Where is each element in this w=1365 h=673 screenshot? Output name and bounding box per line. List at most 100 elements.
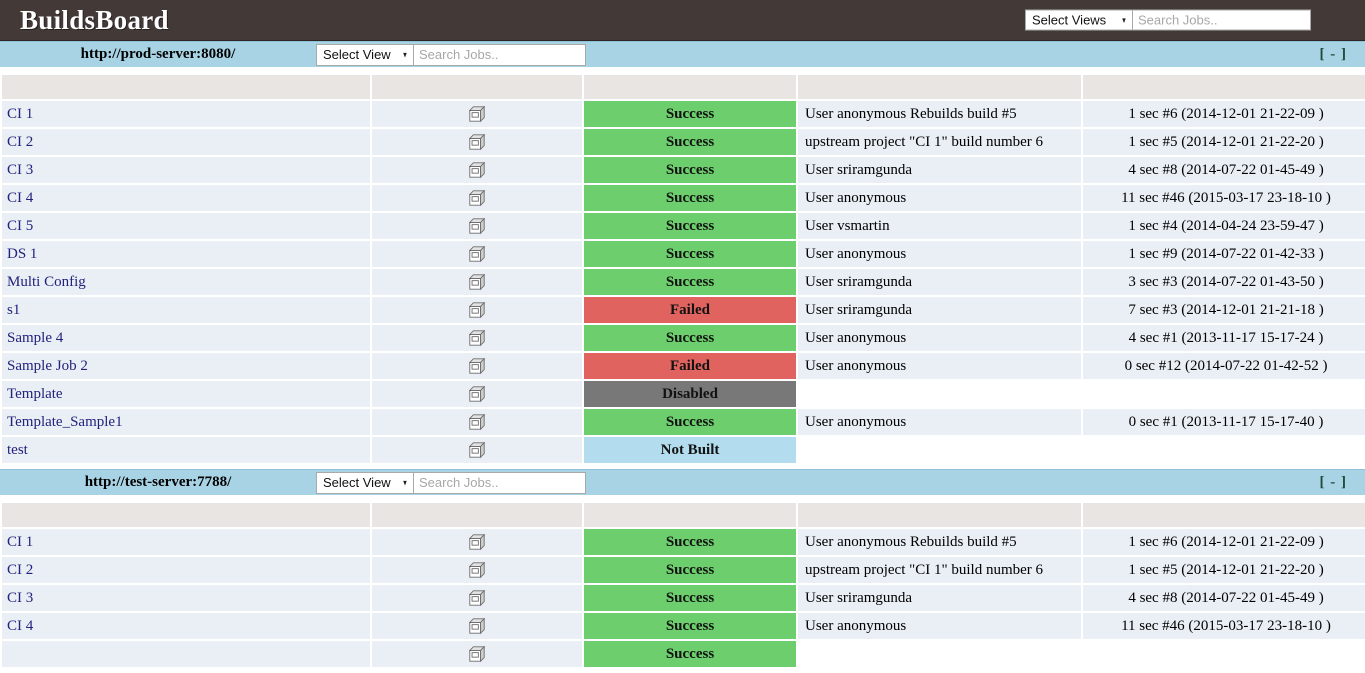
- job-name-link[interactable]: DS 1: [7, 246, 37, 262]
- jobs-table-wrap: CI 1 SuccessUser anonymous Rebuilds buil…: [0, 73, 1365, 469]
- jobs-table-wrap: CI 1 SuccessUser anonymous Rebuilds buil…: [0, 501, 1365, 673]
- job-name-cell: Template: [2, 381, 370, 407]
- started-by-cell: upstream project "CI 1" build number 6: [798, 129, 1081, 155]
- build-now-box-icon[interactable]: [468, 589, 486, 605]
- job-name-cell: Sample Job 2: [2, 353, 370, 379]
- started-by-cell: User anonymous: [798, 325, 1081, 351]
- build-now-box-icon[interactable]: [468, 385, 486, 401]
- table-row: Multi Config SuccessUser sriramgunda3 se…: [2, 269, 1365, 295]
- build-now-box-icon[interactable]: [468, 561, 486, 577]
- app-header: BuildsBoard Select Views: [0, 0, 1365, 41]
- last-build-duration-cell: 0 sec #1 (2013-11-17 15-17-40 ): [1083, 409, 1365, 435]
- build-now-box-icon[interactable]: [468, 189, 486, 205]
- table-row: Sample 4 SuccessUser anonymous4 sec #1 (…: [2, 325, 1365, 351]
- job-name-link[interactable]: Multi Config: [7, 274, 86, 290]
- collapse-section-link[interactable]: [ - ]: [1320, 474, 1348, 491]
- started-by-cell: upstream project "CI 1" build number 6: [798, 557, 1081, 583]
- job-name-cell: DS 1: [2, 241, 370, 267]
- column-header-job-name: [2, 75, 370, 99]
- status-badge: Failed: [584, 297, 796, 323]
- server-url: http://test-server:7788/: [0, 474, 316, 491]
- job-name-cell: Multi Config: [2, 269, 370, 295]
- global-search-input[interactable]: [1133, 10, 1311, 31]
- job-name-cell: CI 2: [2, 129, 370, 155]
- last-build-duration-cell: 1 sec #6 (2014-12-01 21-22-09 ): [1083, 101, 1365, 127]
- started-by-cell: User anonymous Rebuilds build #5: [798, 529, 1081, 555]
- job-name-cell: CI 4: [2, 185, 370, 211]
- job-name-link[interactable]: CI 1: [7, 106, 33, 122]
- build-now-box-icon[interactable]: [468, 245, 486, 261]
- started-by-cell: User anonymous: [798, 241, 1081, 267]
- job-name-link[interactable]: CI 2: [7, 562, 33, 578]
- build-now-box-icon[interactable]: [468, 105, 486, 121]
- select-views-dropdown[interactable]: Select Views: [1025, 10, 1133, 31]
- build-cell: [372, 129, 582, 155]
- started-by-cell: User sriramgunda: [798, 297, 1081, 323]
- header-controls: Select Views: [1025, 10, 1311, 31]
- status-badge: Success: [584, 241, 796, 267]
- table-header-row: [2, 75, 1365, 99]
- column-header-started-by: [798, 503, 1081, 527]
- table-row: DS 1 SuccessUser anonymous1 sec #9 (2014…: [2, 241, 1365, 267]
- job-name-link[interactable]: CI 3: [7, 590, 33, 606]
- select-view-dropdown[interactable]: Select View: [316, 44, 414, 66]
- started-by-cell: User anonymous: [798, 613, 1081, 639]
- select-view-dropdown-wrap: Select View: [316, 44, 414, 66]
- build-now-box-icon[interactable]: [468, 217, 486, 233]
- build-now-box-icon[interactable]: [468, 617, 486, 633]
- job-name-link[interactable]: CI 1: [7, 534, 33, 550]
- build-now-box-icon[interactable]: [468, 413, 486, 429]
- build-cell: [372, 213, 582, 239]
- build-now-box-icon[interactable]: [468, 133, 486, 149]
- job-name-link[interactable]: CI 3: [7, 162, 33, 178]
- build-cell: [372, 353, 582, 379]
- select-view-dropdown[interactable]: Select View: [316, 472, 414, 494]
- job-name-cell: CI 2: [2, 557, 370, 583]
- build-now-box-icon[interactable]: [468, 357, 486, 373]
- started-by-cell: User sriramgunda: [798, 269, 1081, 295]
- job-name-link[interactable]: s1: [7, 302, 20, 318]
- status-badge: Success: [584, 409, 796, 435]
- job-name-link[interactable]: CI 2: [7, 134, 33, 150]
- table-row: Template_Sample1 SuccessUser anonymous0 …: [2, 409, 1365, 435]
- job-name-cell: CI 5: [2, 213, 370, 239]
- section-search-input[interactable]: [414, 44, 586, 66]
- build-now-box-icon[interactable]: [468, 301, 486, 317]
- table-row: CI 4 SuccessUser anonymous11 sec #46 (20…: [2, 613, 1365, 639]
- build-cell: [372, 185, 582, 211]
- jobs-table-body: CI 1 SuccessUser anonymous Rebuilds buil…: [2, 529, 1365, 667]
- job-name-link[interactable]: CI 4: [7, 618, 33, 634]
- last-build-duration-cell: 7 sec #3 (2014-12-01 21-21-18 ): [1083, 297, 1365, 323]
- job-name-link[interactable]: test: [7, 442, 28, 458]
- job-name-link[interactable]: Sample 4: [7, 330, 63, 346]
- build-now-box-icon[interactable]: [468, 329, 486, 345]
- build-now-box-icon[interactable]: [468, 273, 486, 289]
- build-cell: [372, 585, 582, 611]
- table-row: CI 4 SuccessUser anonymous11 sec #46 (20…: [2, 185, 1365, 211]
- job-name-link[interactable]: Template: [7, 386, 63, 402]
- table-row: s1 FailedUser sriramgunda7 sec #3 (2014-…: [2, 297, 1365, 323]
- build-now-box-icon[interactable]: [468, 161, 486, 177]
- build-now-box-icon[interactable]: [468, 533, 486, 549]
- job-name-cell: CI 1: [2, 529, 370, 555]
- build-now-box-icon[interactable]: [468, 441, 486, 457]
- job-name-link[interactable]: CI 5: [7, 218, 33, 234]
- table-row: CI 1 SuccessUser anonymous Rebuilds buil…: [2, 529, 1365, 555]
- section-search-input[interactable]: [414, 472, 586, 494]
- build-now-box-icon[interactable]: [468, 645, 486, 661]
- job-name-link[interactable]: CI 4: [7, 190, 33, 206]
- job-name-cell: CI 3: [2, 157, 370, 183]
- job-name-cell: CI 1: [2, 101, 370, 127]
- status-badge: Failed: [584, 353, 796, 379]
- last-build-duration-cell: 1 sec #9 (2014-07-22 01-42-33 ): [1083, 241, 1365, 267]
- status-badge: Success: [584, 185, 796, 211]
- last-build-duration-cell: 4 sec #8 (2014-07-22 01-45-49 ): [1083, 157, 1365, 183]
- jobs-table: CI 1 SuccessUser anonymous Rebuilds buil…: [0, 501, 1365, 669]
- status-badge: Not Built: [584, 437, 796, 463]
- jobs-table: CI 1 SuccessUser anonymous Rebuilds buil…: [0, 73, 1365, 465]
- collapse-section-link[interactable]: [ - ]: [1320, 46, 1348, 63]
- app-title: BuildsBoard: [20, 7, 169, 34]
- job-name-link[interactable]: Template_Sample1: [7, 414, 123, 430]
- job-name-link[interactable]: Sample Job 2: [7, 358, 88, 374]
- status-badge: Success: [584, 557, 796, 583]
